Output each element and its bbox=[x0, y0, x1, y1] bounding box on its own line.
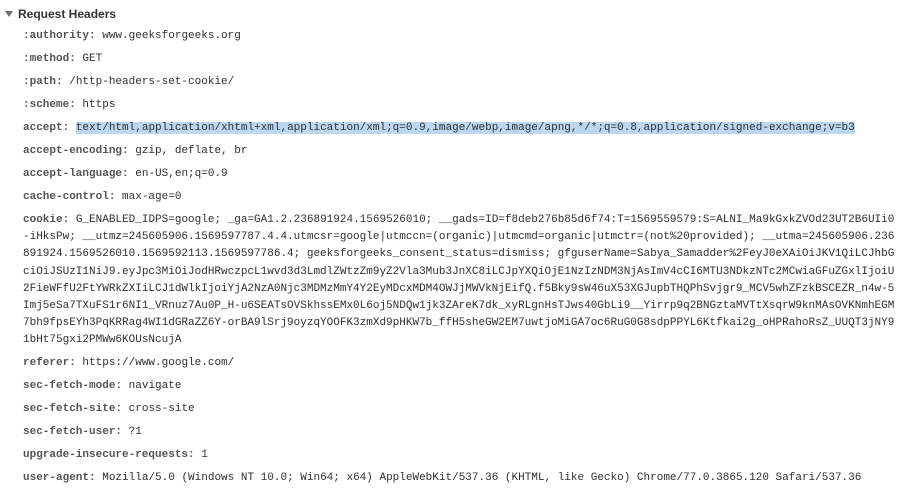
header-name: :scheme: bbox=[23, 99, 76, 111]
header-value[interactable]: G_ENABLED_IDPS=google; _ga=GA1.2.2368919… bbox=[23, 214, 894, 345]
header-value[interactable]: https bbox=[82, 99, 115, 111]
header-value[interactable]: https://www.google.com/ bbox=[82, 357, 234, 369]
header-name: accept-encoding: bbox=[23, 145, 129, 157]
header-name: :path: bbox=[23, 76, 63, 88]
header-value[interactable]: gzip, deflate, br bbox=[135, 145, 247, 157]
header-name: cache-control: bbox=[23, 191, 115, 203]
header-value[interactable]: /http-headers-set-cookie/ bbox=[69, 76, 234, 88]
header-value[interactable]: 1 bbox=[201, 449, 208, 461]
header-row[interactable]: cookie: G_ENABLED_IDPS=google; _ga=GA1.2… bbox=[5, 209, 896, 351]
header-value[interactable]: text/html,application/xhtml+xml,applicat… bbox=[76, 122, 855, 134]
header-name: :method: bbox=[23, 53, 76, 65]
header-row[interactable]: :scheme: https bbox=[5, 94, 896, 117]
header-row[interactable]: cache-control: max-age=0 bbox=[5, 186, 896, 209]
header-row[interactable]: :path: /http-headers-set-cookie/ bbox=[5, 71, 896, 94]
header-row[interactable]: accept-encoding: gzip, deflate, br bbox=[5, 140, 896, 163]
request-headers-list: :authority: www.geeksforgeeks.org:method… bbox=[5, 25, 896, 490]
section-title-text: Request Headers bbox=[18, 7, 116, 21]
header-name: sec-fetch-mode: bbox=[23, 380, 122, 392]
header-row[interactable]: sec-fetch-mode: navigate bbox=[5, 375, 896, 398]
header-value[interactable]: max-age=0 bbox=[122, 191, 181, 203]
header-row[interactable]: accept: text/html,application/xhtml+xml,… bbox=[5, 117, 896, 140]
header-row[interactable]: upgrade-insecure-requests: 1 bbox=[5, 444, 896, 467]
header-value[interactable]: GET bbox=[82, 53, 102, 65]
header-row[interactable]: referer: https://www.google.com/ bbox=[5, 352, 896, 375]
header-name: :authority: bbox=[23, 30, 96, 42]
header-row[interactable]: :authority: www.geeksforgeeks.org bbox=[5, 25, 896, 48]
header-value[interactable]: www.geeksforgeeks.org bbox=[102, 30, 241, 42]
header-row[interactable]: accept-language: en-US,en;q=0.9 bbox=[5, 163, 896, 186]
header-name: sec-fetch-user: bbox=[23, 426, 122, 438]
header-row[interactable]: sec-fetch-site: cross-site bbox=[5, 398, 896, 421]
header-value[interactable]: cross-site bbox=[129, 403, 195, 415]
header-name: upgrade-insecure-requests: bbox=[23, 449, 195, 461]
header-name: sec-fetch-site: bbox=[23, 403, 122, 415]
header-row[interactable]: :method: GET bbox=[5, 48, 896, 71]
header-name: cookie: bbox=[23, 214, 69, 226]
header-name: accept-language: bbox=[23, 168, 129, 180]
header-value[interactable]: ?1 bbox=[129, 426, 142, 438]
header-value[interactable]: Mozilla/5.0 (Windows NT 10.0; Win64; x64… bbox=[102, 472, 861, 484]
header-value[interactable]: navigate bbox=[129, 380, 182, 392]
header-name: accept: bbox=[23, 122, 69, 134]
header-name: referer: bbox=[23, 357, 76, 369]
header-row[interactable]: user-agent: Mozilla/5.0 (Windows NT 10.0… bbox=[5, 467, 896, 490]
section-title[interactable]: Request Headers bbox=[5, 5, 896, 25]
collapse-arrow-icon[interactable] bbox=[5, 11, 13, 17]
header-name: user-agent: bbox=[23, 472, 96, 484]
header-row[interactable]: sec-fetch-user: ?1 bbox=[5, 421, 896, 444]
header-value[interactable]: en-US,en;q=0.9 bbox=[135, 168, 227, 180]
